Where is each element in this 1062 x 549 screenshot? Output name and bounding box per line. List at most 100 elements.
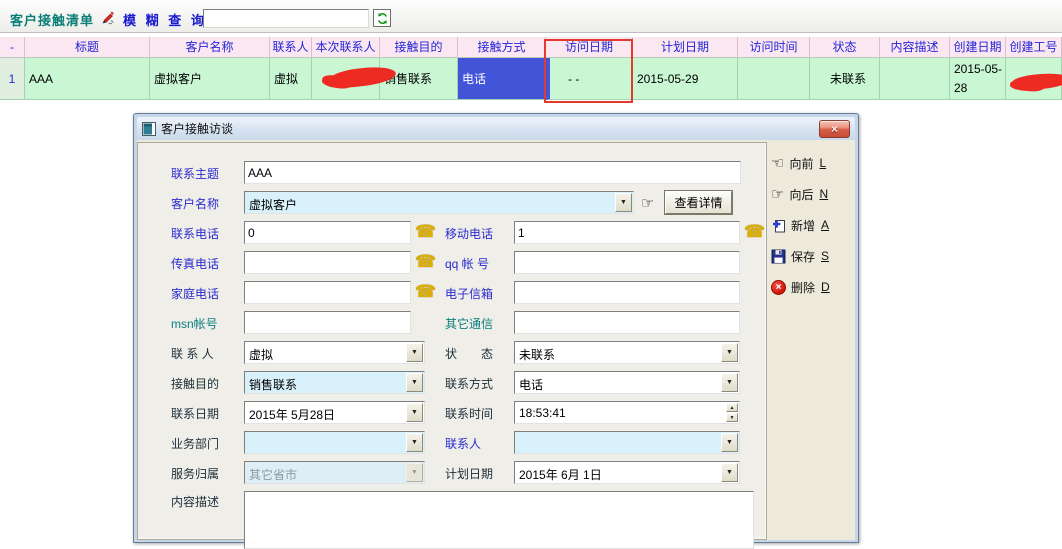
dialog-titlebar[interactable]: 客户接触访谈 ×	[137, 117, 855, 140]
cell-method-selected[interactable]: 电话	[458, 58, 546, 100]
nav-next-button[interactable]: ☞ 向后 N	[771, 183, 855, 205]
purpose-combobox[interactable]: 销售联系 ▼	[244, 371, 425, 394]
hand-right-icon: ☞	[771, 187, 784, 202]
spin-up-icon[interactable]: ▲	[726, 403, 738, 412]
method-combobox[interactable]: 电话 ▼	[514, 371, 740, 394]
nav-save-button[interactable]: 保存 S	[771, 245, 855, 267]
fuzzy-search-label: 模 糊 查 询	[123, 10, 207, 29]
method-combobox-value: 电话	[516, 373, 721, 392]
lookup-hand-icon[interactable]: ☞	[641, 194, 654, 212]
cell-row-number[interactable]: 1	[0, 58, 25, 100]
chevron-down-icon[interactable]: ▼	[721, 343, 738, 362]
method-label: 联系方式	[445, 375, 493, 392]
close-button[interactable]: ×	[819, 120, 850, 138]
chevron-down-icon[interactable]: ▼	[721, 433, 738, 452]
dial-mobile-icon[interactable]: ☎	[744, 222, 765, 242]
nav-delete-hotkey: D	[821, 280, 830, 294]
nav-previous-button[interactable]: ☜ 向前 L	[771, 152, 855, 174]
chevron-down-icon[interactable]: ▼	[406, 403, 423, 422]
email-label: 电子信箱	[445, 285, 493, 302]
col-header-creator[interactable]: 创建工号	[1006, 37, 1062, 58]
customer-combobox[interactable]: 虚拟客户 ▼	[244, 191, 634, 214]
dial-home-icon[interactable]: ☎	[415, 282, 436, 302]
col-header-created[interactable]: 创建日期	[950, 37, 1006, 58]
col-header-rowmark[interactable]: -	[0, 37, 25, 58]
purpose-label: 接触目的	[171, 375, 219, 392]
mobile-phone-label: 移动电话	[445, 225, 493, 242]
hand-left-icon: ☜	[771, 156, 784, 171]
refresh-button[interactable]	[373, 9, 391, 27]
nav-add-button[interactable]: 新增 A	[771, 214, 855, 236]
dial-fax-icon[interactable]: ☎	[415, 252, 436, 272]
cell-status[interactable]: 未联系	[810, 58, 880, 100]
cell-customer[interactable]: 虚拟客户	[150, 58, 270, 100]
search-input[interactable]	[203, 9, 369, 28]
chevron-down-icon[interactable]: ▼	[406, 433, 423, 452]
email-input[interactable]	[514, 281, 740, 304]
msn-label: msn帐号	[171, 315, 218, 332]
chevron-down-icon: ▼	[406, 463, 423, 482]
plan-date-label: 计划日期	[445, 465, 493, 482]
col-header-visit-time[interactable]: 访问时间	[738, 37, 810, 58]
contact-phone-input[interactable]	[244, 221, 411, 244]
col-header-this-contact[interactable]: 本次联系人	[312, 37, 380, 58]
fax-phone-input[interactable]	[244, 251, 411, 274]
nav-next-hotkey: N	[819, 187, 828, 201]
cell-created-date[interactable]: 2015-05-28	[950, 58, 1006, 100]
delete-x-icon: ×	[771, 280, 786, 295]
chevron-down-icon[interactable]: ▼	[406, 343, 423, 362]
col-header-customer[interactable]: 客户名称	[150, 37, 270, 58]
status-combobox-value: 未联系	[516, 343, 721, 362]
cell-description[interactable]	[880, 58, 950, 100]
status-label: 状 态	[445, 345, 493, 362]
table-row: 1 AAA 虚拟客户 虚拟 销售联系 电话 - - 2015-05-29 未联系…	[0, 58, 1062, 100]
subject-input[interactable]	[244, 161, 741, 184]
annotation-scribble-creator	[1010, 70, 1062, 96]
person2-combobox-value	[516, 433, 721, 452]
status-combobox[interactable]: 未联系 ▼	[514, 341, 740, 364]
person2-combobox[interactable]: ▼	[514, 431, 740, 454]
col-header-contact[interactable]: 联系人	[270, 37, 312, 58]
description-textarea[interactable]	[244, 491, 754, 549]
dept-combobox[interactable]: ▼	[244, 431, 425, 454]
chevron-down-icon[interactable]: ▼	[721, 373, 738, 392]
dept-label: 业务部门	[171, 435, 219, 452]
nav-save-label: 保存	[791, 248, 815, 265]
dept-combobox-value	[246, 433, 406, 452]
nav-next-label: 向后	[789, 186, 813, 203]
dial-phone-icon[interactable]: ☎	[415, 222, 436, 242]
dialog-client-area: 联系主题 客户名称 虚拟客户 ▼ ☞ 查看详情 联系电话 ☎ 移动电话	[137, 140, 855, 540]
plan-date-picker[interactable]: 2015年 6月 1日 ▼	[514, 461, 740, 484]
qq-input[interactable]	[514, 251, 740, 274]
spin-down-icon[interactable]: ▼	[726, 413, 738, 422]
contact-time-spinner[interactable]: 18:53:41 ▲ ▼	[514, 401, 740, 424]
other-comm-label: 其它通信	[445, 315, 493, 332]
home-phone-input[interactable]	[244, 281, 411, 304]
person-combobox[interactable]: 虚拟 ▼	[244, 341, 425, 364]
mobile-phone-input[interactable]	[514, 221, 740, 244]
col-header-title[interactable]: 标题	[25, 37, 150, 58]
cell-visit-time[interactable]	[738, 58, 810, 100]
col-header-plan-date[interactable]: 计划日期	[633, 37, 738, 58]
view-details-button[interactable]: 查看详情	[665, 191, 732, 214]
floppy-save-icon	[771, 249, 786, 264]
col-header-method[interactable]: 接触方式	[458, 37, 546, 58]
edit-pen-icon	[99, 9, 116, 26]
purpose-combobox-value: 销售联系	[246, 373, 406, 392]
nav-delete-button[interactable]: × 删除 D	[771, 276, 855, 298]
other-comm-input[interactable]	[514, 311, 740, 334]
contact-date-picker[interactable]: 2015年 5月28日 ▼	[244, 401, 425, 424]
contact-phone-label: 联系电话	[171, 225, 219, 242]
col-header-purpose[interactable]: 接触目的	[380, 37, 458, 58]
contact-time-value: 18:53:41	[516, 403, 725, 422]
msn-input[interactable]	[244, 311, 411, 334]
grid-header-row: - 标题 客户名称 联系人 本次联系人 接触目的 接触方式 访问日期 计划日期 …	[0, 37, 1062, 58]
chevron-down-icon[interactable]: ▼	[615, 193, 632, 212]
col-header-description[interactable]: 内容描述	[880, 37, 950, 58]
col-header-status[interactable]: 状态	[810, 37, 880, 58]
cell-title[interactable]: AAA	[25, 58, 150, 100]
cell-plan-date[interactable]: 2015-05-29	[633, 58, 738, 100]
cell-contact[interactable]: 虚拟	[270, 58, 312, 100]
chevron-down-icon[interactable]: ▼	[721, 463, 738, 482]
chevron-down-icon[interactable]: ▼	[406, 373, 423, 392]
